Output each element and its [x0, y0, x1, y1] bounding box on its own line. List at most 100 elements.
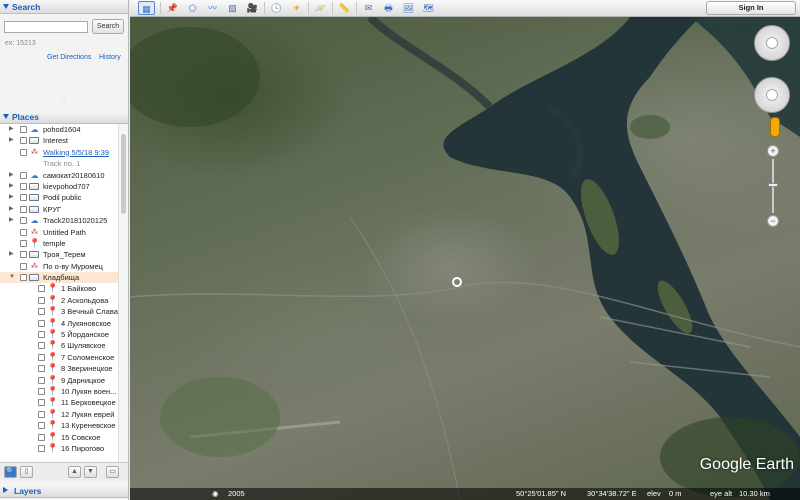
visibility-checkbox[interactable]: [38, 410, 45, 418]
record-tour-icon[interactable]: 🎥: [244, 1, 261, 15]
collapsed-arrow-icon[interactable]: ▶: [9, 204, 14, 215]
place-item[interactable]: 📍 9 Дарницкое: [0, 375, 118, 386]
add-overlay-icon[interactable]: ▧: [224, 1, 241, 15]
search-places-button[interactable]: 🔍: [4, 466, 17, 478]
visibility-checkbox[interactable]: [38, 353, 45, 361]
visibility-checkbox[interactable]: [38, 433, 45, 441]
add-polygon-icon[interactable]: ⬠: [184, 1, 201, 15]
visibility-checkbox[interactable]: [20, 262, 27, 270]
visibility-checkbox[interactable]: [20, 251, 27, 259]
expanded-arrow-icon[interactable]: ▼: [9, 272, 15, 283]
place-item[interactable]: 📍 11 Берковецкое: [0, 397, 118, 408]
visibility-checkbox[interactable]: [20, 137, 27, 145]
place-item[interactable]: 📍 7 Соломенское: [0, 352, 118, 363]
place-item[interactable]: ▶ ☁ самокат20180610: [0, 170, 118, 181]
visibility-checkbox[interactable]: [20, 228, 27, 236]
place-item[interactable]: 📍 1 Байково: [0, 283, 118, 294]
place-item[interactable]: 📍 5 Йорданское: [0, 329, 118, 340]
resize-grip-icon[interactable]: [62, 99, 67, 107]
sunlight-icon[interactable]: ☀: [288, 1, 305, 15]
visibility-checkbox[interactable]: [38, 319, 45, 327]
search-input[interactable]: [4, 21, 88, 33]
zoom-slider[interactable]: + −: [767, 145, 779, 227]
place-item[interactable]: ▶ Interest: [0, 135, 118, 146]
visibility-checkbox[interactable]: [38, 331, 45, 339]
place-item[interactable]: 📍 16 Пирогово: [0, 443, 118, 454]
place-item[interactable]: Track no. 1: [0, 158, 118, 169]
place-item[interactable]: ▼ Кладбища: [0, 272, 118, 284]
place-item[interactable]: 📍 12 Лукян еврей: [0, 409, 118, 420]
place-item[interactable]: ▶ ☁ pohod1604: [0, 124, 118, 135]
add-placemark-icon[interactable]: 📌: [164, 1, 181, 15]
street-view-pegman-icon[interactable]: [770, 117, 780, 137]
map-view[interactable]: + − Google Earth ◉ 2005 50°25'01.85" N 3…: [130, 17, 800, 500]
move-down-button[interactable]: ▼: [84, 466, 97, 478]
scrollbar-thumb[interactable]: [121, 134, 126, 214]
visibility-checkbox[interactable]: [20, 148, 27, 156]
historical-imagery-icon[interactable]: 🕓: [268, 1, 285, 15]
move-control[interactable]: [754, 77, 790, 113]
collapsed-arrow-icon[interactable]: ▶: [9, 192, 14, 203]
place-item[interactable]: ⁂ Untitled Path: [0, 227, 118, 238]
view-in-maps-icon[interactable]: 🗺: [420, 1, 437, 15]
print-icon[interactable]: 🖶: [380, 1, 397, 15]
places-panel-header[interactable]: Places: [0, 110, 128, 124]
place-item[interactable]: 📍 10 Лукян воен...: [0, 386, 118, 397]
location-marker-icon[interactable]: [452, 277, 462, 287]
email-icon[interactable]: ✉: [360, 1, 377, 15]
place-item[interactable]: 📍 6 Шулявское: [0, 340, 118, 351]
add-path-icon[interactable]: 〰: [204, 1, 221, 15]
place-item[interactable]: ▶ КРУГ: [0, 204, 118, 215]
add-folder-button[interactable]: ▭: [106, 466, 119, 478]
look-around-control[interactable]: [754, 25, 790, 61]
collapsed-arrow-icon[interactable]: ▶: [9, 170, 14, 181]
place-item[interactable]: ▶ Троя_Терем: [0, 249, 118, 260]
visibility-checkbox[interactable]: [38, 399, 45, 407]
place-item[interactable]: 📍 15 Совское: [0, 432, 118, 443]
visibility-checkbox[interactable]: [20, 205, 27, 213]
switch-planets-icon[interactable]: 🪐: [312, 1, 329, 15]
visibility-checkbox[interactable]: [38, 422, 45, 430]
zoom-in-button[interactable]: +: [767, 145, 779, 157]
place-item[interactable]: ▶ kievpohod707: [0, 181, 118, 192]
visibility-checkbox[interactable]: [38, 296, 45, 304]
get-directions-link[interactable]: Get Directions: [47, 54, 91, 61]
sign-in-button[interactable]: Sign In: [706, 1, 796, 15]
visibility-checkbox[interactable]: [20, 239, 27, 247]
place-item[interactable]: 📍 3 Вечный Слава: [0, 306, 118, 317]
visibility-checkbox[interactable]: [38, 365, 45, 373]
place-item[interactable]: ▶ ☁ Track20181020125: [0, 215, 118, 226]
collapsed-arrow-icon[interactable]: ▶: [9, 215, 14, 226]
place-item[interactable]: 📍 4 Лукяновское: [0, 318, 118, 329]
save-image-icon[interactable]: 🖼: [400, 1, 417, 15]
collapsed-arrow-icon[interactable]: ▶: [9, 181, 14, 192]
layers-panel-header[interactable]: Layers: [0, 484, 128, 498]
zoom-out-button[interactable]: −: [767, 215, 779, 227]
place-item[interactable]: ⁂ Walking 5/5/18 9:39: [0, 147, 118, 158]
visibility-checkbox[interactable]: [20, 274, 27, 282]
places-list[interactable]: ▶ ☁ pohod1604 ▶ Interest ⁂ Walking 5/5/18 9:39…: [0, 124, 118, 462]
place-item[interactable]: 📍 temple: [0, 238, 118, 249]
visibility-checkbox[interactable]: [20, 171, 27, 179]
place-item[interactable]: 📍 2 Аскольдова: [0, 295, 118, 306]
collapsed-arrow-icon[interactable]: ▶: [9, 249, 14, 260]
toggle-panel-button[interactable]: ▯: [20, 466, 33, 478]
ruler-icon[interactable]: 📏: [336, 1, 353, 15]
visibility-checkbox[interactable]: [20, 217, 27, 225]
collapsed-arrow-icon[interactable]: ▶: [9, 124, 14, 135]
place-item[interactable]: 📍 13 Куреневское: [0, 420, 118, 431]
visibility-checkbox[interactable]: [20, 126, 27, 133]
visibility-checkbox[interactable]: [38, 342, 45, 350]
visibility-checkbox[interactable]: [38, 285, 45, 293]
history-link[interactable]: History: [99, 54, 121, 61]
move-up-button[interactable]: ▲: [68, 466, 81, 478]
collapsed-arrow-icon[interactable]: ▶: [9, 135, 14, 146]
visibility-checkbox[interactable]: [38, 387, 45, 395]
visibility-checkbox[interactable]: [38, 308, 45, 316]
zoom-knob[interactable]: [768, 183, 778, 187]
visibility-checkbox[interactable]: [20, 194, 27, 202]
search-button[interactable]: Search: [92, 19, 124, 34]
place-item[interactable]: 📍 8 Зверинецкое: [0, 363, 118, 374]
places-scrollbar[interactable]: [118, 124, 128, 462]
place-item[interactable]: ▶ Podil public: [0, 192, 118, 203]
